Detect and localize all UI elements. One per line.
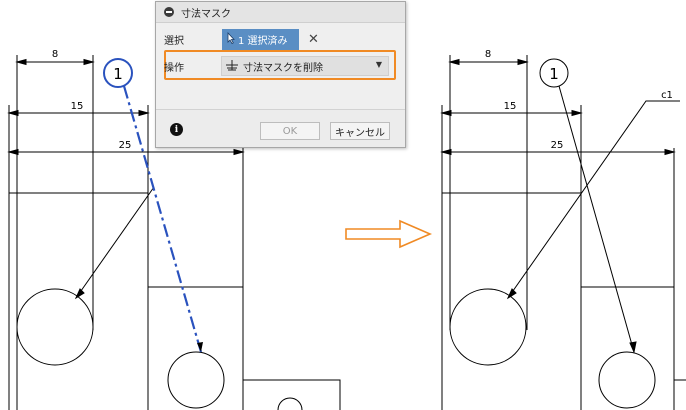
balloon-leader xyxy=(558,85,635,353)
dimension-arrow xyxy=(517,58,529,66)
operation-value: 寸法マスクを削除 xyxy=(243,62,323,74)
info-icon[interactable]: i xyxy=(170,123,183,136)
transition-arrow-icon xyxy=(345,219,433,249)
dialog-title-bar[interactable]: 寸法マスク xyxy=(156,2,405,23)
selection-label: 選択 xyxy=(164,36,184,47)
right-texts: 8 15 25 c1 1 xyxy=(485,49,673,151)
selection-value: 1 選択済み xyxy=(238,36,288,47)
dimension-text-8: 8 xyxy=(52,49,58,60)
dimension-mask-icon xyxy=(225,59,239,74)
collapse-icon[interactable] xyxy=(164,7,174,17)
dimension-arrow xyxy=(440,109,452,117)
part-edge xyxy=(243,379,341,410)
hole-circle xyxy=(277,397,303,410)
dimension-arrow xyxy=(440,148,452,156)
dimension-arrow xyxy=(138,109,150,117)
operation-label: 操作 xyxy=(164,63,184,74)
balloon-number: 1 xyxy=(549,65,559,83)
dimension-text-8: 8 xyxy=(485,49,491,60)
dimension-arrow xyxy=(571,109,583,117)
dimension-arrow xyxy=(664,148,676,156)
leader-label-c1: c1 xyxy=(661,90,673,101)
dimension-arrow xyxy=(448,58,460,66)
hole-circle xyxy=(167,351,225,409)
dimension-text-15: 15 xyxy=(71,101,84,112)
leader-arrowhead xyxy=(506,288,517,300)
dialog-title: 寸法マスク xyxy=(181,8,231,20)
dimension-text-25: 25 xyxy=(119,140,132,151)
hole-circle xyxy=(598,351,656,409)
cancel-button[interactable]: キャンセル xyxy=(330,122,390,140)
hole-circle xyxy=(449,288,527,366)
hole-circle xyxy=(16,288,94,366)
dimension-arrow xyxy=(7,109,19,117)
cursor-icon xyxy=(227,31,235,47)
operation-row: 操作 xyxy=(164,59,222,74)
dialog-footer: i OK キャンセル xyxy=(156,109,405,147)
clear-selection-icon[interactable]: ✕ xyxy=(308,32,319,47)
dimension-arrow xyxy=(7,148,19,156)
selection-row: 選択 1 選択済み ✕ xyxy=(164,29,319,50)
dimension-arrow xyxy=(233,148,245,156)
right-view xyxy=(441,55,686,410)
leader-line-c1 xyxy=(507,100,680,299)
ok-button[interactable]: OK xyxy=(260,122,320,140)
dimension-text-15: 15 xyxy=(504,101,517,112)
leader-line xyxy=(75,186,155,299)
leader-arrowhead xyxy=(629,341,637,354)
dimension-arrow xyxy=(15,58,27,66)
dimension-mask-dialog: 寸法マスク 選択 1 選択済み ✕ 操作 寸法マスクを削除 ▼ i OK キャン… xyxy=(155,1,406,148)
selection-button[interactable]: 1 選択済み xyxy=(222,29,299,50)
operation-dropdown[interactable]: 寸法マスクを削除 ▼ xyxy=(221,56,389,76)
dimension-text-25: 25 xyxy=(551,140,564,151)
balloon-number: 1 xyxy=(113,65,123,83)
dimension-arrow xyxy=(83,58,95,66)
leader-arrowhead xyxy=(74,288,85,300)
chevron-down-icon: ▼ xyxy=(375,60,382,69)
